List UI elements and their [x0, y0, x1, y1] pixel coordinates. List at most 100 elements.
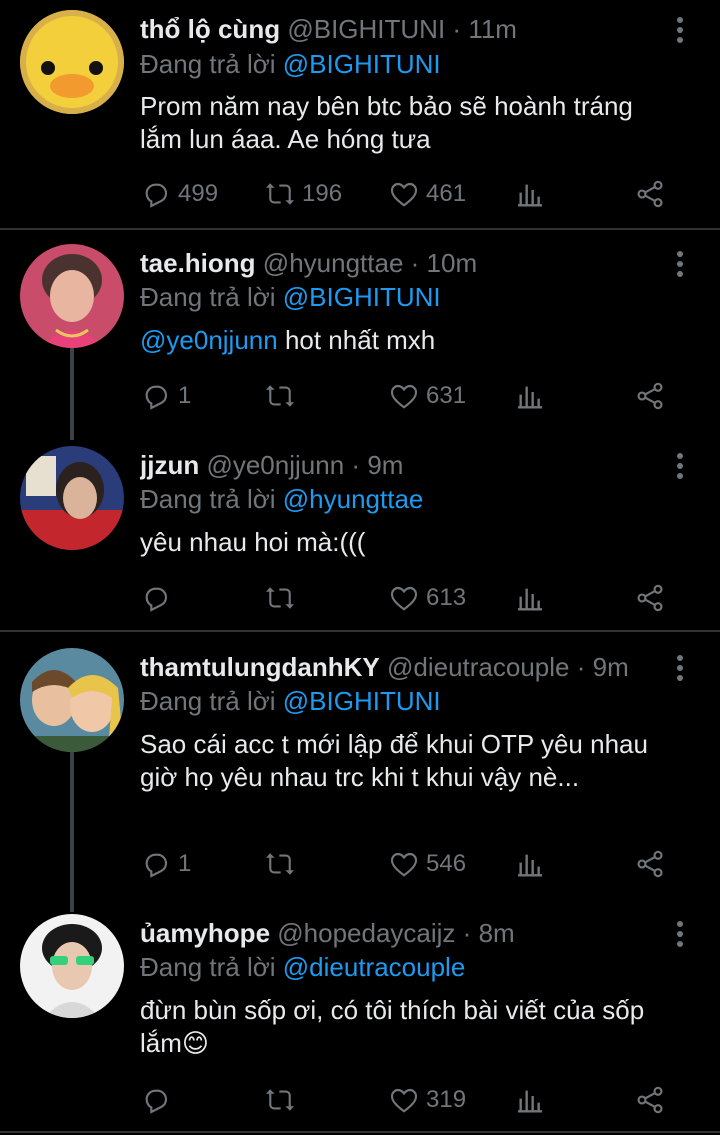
- tweet[interactable]: thamtulungdanhKY @dieutracouple · 9m Đan…: [0, 632, 720, 912]
- replying-to: Đang trả lời @BIGHITUNI: [140, 47, 441, 81]
- person-avatar-icon: [20, 446, 124, 550]
- replying-to-label: Đang trả lời: [140, 49, 283, 79]
- retweet-button[interactable]: [264, 376, 302, 416]
- replying-to: Đang trả lời @hyungttae: [140, 482, 423, 516]
- username[interactable]: @hyungttae: [263, 248, 404, 278]
- reply-button[interactable]: [140, 1080, 178, 1120]
- views-icon: [518, 184, 542, 207]
- avatar[interactable]: [20, 648, 124, 752]
- views-button[interactable]: [514, 174, 546, 214]
- like-button[interactable]: 631: [388, 376, 466, 416]
- like-button[interactable]: 613: [388, 578, 466, 618]
- reply-count: 499: [178, 180, 219, 207]
- tweet-header: tae.hiong @hyungttae · 10m: [140, 246, 660, 280]
- timestamp[interactable]: 9m: [367, 450, 403, 480]
- share-icon: [637, 1086, 663, 1114]
- like-button[interactable]: 461: [388, 174, 466, 214]
- reply-icon: [145, 183, 168, 208]
- views-button[interactable]: [514, 844, 546, 884]
- reply-button[interactable]: 1: [140, 844, 191, 884]
- avatar[interactable]: [20, 446, 124, 550]
- heart-icon: [390, 1088, 418, 1113]
- display-name[interactable]: jjzun: [140, 450, 199, 480]
- more-options-icon[interactable]: [670, 652, 690, 682]
- retweet-button[interactable]: [264, 578, 302, 618]
- views-icon: [518, 588, 542, 611]
- tweet-text: đừn bùn sốp ơi, có tôi thích bài viết củ…: [140, 994, 680, 1060]
- reply-mention-link[interactable]: @hyungttae: [283, 484, 424, 514]
- reply-icon: [145, 853, 168, 878]
- tweet-text: Sao cái acc t mới lập để khui OTP yêu nh…: [140, 728, 680, 794]
- share-button[interactable]: [634, 174, 666, 214]
- more-options-icon[interactable]: [670, 918, 690, 948]
- reply-button[interactable]: 1: [140, 376, 191, 416]
- replying-to: Đang trả lời @BIGHITUNI: [140, 684, 441, 718]
- timestamp[interactable]: 10m: [427, 248, 478, 278]
- like-button[interactable]: 319: [388, 1080, 466, 1120]
- display-name[interactable]: thamtulungdanhKY: [140, 652, 380, 682]
- like-count: 613: [426, 584, 467, 611]
- views-button[interactable]: [514, 1080, 546, 1120]
- person-avatar-icon: [20, 244, 124, 348]
- share-icon: [637, 180, 663, 208]
- more-options-icon[interactable]: [670, 450, 690, 480]
- action-bar: 499 196 461: [140, 174, 680, 214]
- retweet-button[interactable]: [264, 844, 302, 884]
- retweet-button[interactable]: 196: [264, 174, 342, 214]
- username[interactable]: @hopedaycaijz: [277, 918, 455, 948]
- reply-mention-link[interactable]: @BIGHITUNI: [283, 686, 441, 716]
- tweet-header: thamtulungdanhKY @dieutracouple · 9m: [140, 650, 660, 684]
- mention-link[interactable]: @ye0njjunn: [140, 325, 278, 355]
- reply-mention-link[interactable]: @BIGHITUNI: [283, 282, 441, 312]
- tweet[interactable]: thổ lộ cùng @BIGHITUNI · 11m Đang trả lờ…: [0, 0, 720, 228]
- avatar[interactable]: [20, 914, 124, 1018]
- views-button[interactable]: [514, 376, 546, 416]
- username[interactable]: @dieutracouple: [387, 652, 570, 682]
- views-icon: [518, 386, 542, 409]
- replying-to-label: Đang trả lời: [140, 282, 283, 312]
- tweet-header: thổ lộ cùng @BIGHITUNI · 11m: [140, 12, 660, 46]
- retweet-button[interactable]: [264, 1080, 302, 1120]
- tweet-text: yêu nhau hoi mà:(((: [140, 526, 680, 559]
- share-button[interactable]: [634, 1080, 666, 1120]
- reply-mention-link[interactable]: @dieutracouple: [283, 952, 466, 982]
- avatar[interactable]: [20, 10, 124, 114]
- thread-line: [70, 348, 74, 440]
- tweet[interactable]: ủamyhope @hopedaycaijz · 8m Đang trả lời…: [0, 900, 720, 1130]
- username[interactable]: @BIGHITUNI: [287, 14, 445, 44]
- timestamp[interactable]: 11m: [468, 14, 517, 44]
- share-icon: [637, 850, 663, 878]
- retweet-icon: [266, 183, 294, 205]
- share-button[interactable]: [634, 844, 666, 884]
- like-button[interactable]: 546: [388, 844, 466, 884]
- views-button[interactable]: [514, 578, 546, 618]
- display-name[interactable]: ủamyhope: [140, 918, 270, 948]
- share-button[interactable]: [634, 578, 666, 618]
- like-count: 461: [426, 180, 467, 207]
- retweet-icon: [266, 1089, 294, 1111]
- more-options-icon[interactable]: [670, 248, 690, 278]
- avatar[interactable]: [20, 244, 124, 348]
- reply-button[interactable]: 499: [140, 174, 218, 214]
- timestamp[interactable]: 9m: [593, 652, 629, 682]
- share-button[interactable]: [634, 376, 666, 416]
- username[interactable]: @ye0njjunn: [206, 450, 344, 480]
- replying-to-label: Đang trả lời: [140, 686, 283, 716]
- share-icon: [637, 584, 663, 612]
- duck-avatar-icon: [20, 10, 124, 114]
- retweet-icon: [266, 587, 294, 609]
- display-name[interactable]: thổ lộ cùng: [140, 14, 280, 44]
- share-icon: [637, 382, 663, 410]
- more-options-icon[interactable]: [670, 14, 690, 44]
- tweet[interactable]: jjzun @ye0njjunn · 9m Đang trả lời @hyun…: [0, 432, 720, 630]
- tweet[interactable]: tae.hiong @hyungttae · 10m Đang trả lời …: [0, 230, 720, 440]
- display-name[interactable]: tae.hiong: [140, 248, 256, 278]
- separator: ·: [576, 652, 586, 682]
- separator: ·: [452, 14, 462, 44]
- reply-button[interactable]: [140, 578, 178, 618]
- reply-mention-link[interactable]: @BIGHITUNI: [283, 49, 441, 79]
- timestamp[interactable]: 8m: [479, 918, 515, 948]
- tweet-text: @ye0njjunn hot nhất mxh: [140, 324, 680, 357]
- views-icon: [518, 854, 542, 877]
- tweet-text-line: Sao cái acc t mới lập để khui OTP yêu nh…: [140, 729, 648, 759]
